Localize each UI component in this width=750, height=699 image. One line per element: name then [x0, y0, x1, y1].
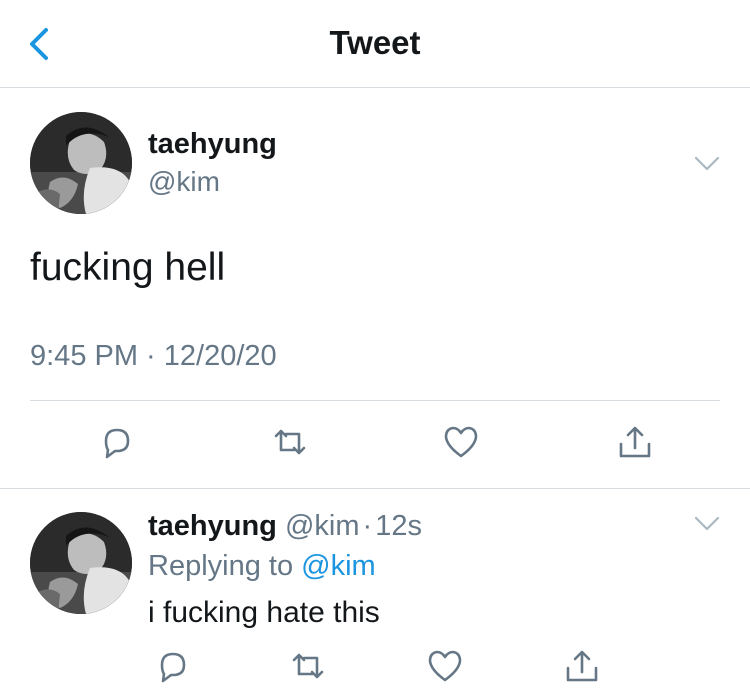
avatar[interactable]: [30, 112, 132, 214]
chevron-down-icon: [694, 516, 720, 531]
replying-to-handle[interactable]: @kim: [301, 550, 376, 582]
share-icon: [619, 426, 651, 458]
reply-action-bar: [0, 646, 750, 696]
tweet-timestamp: 9:45 PM · 12/20/20: [30, 340, 277, 372]
tweet-header: taehyung @kim: [30, 112, 730, 216]
reply-icon: [160, 652, 186, 683]
reply-like-button[interactable]: [425, 646, 465, 686]
display-name[interactable]: taehyung: [148, 128, 277, 161]
tweet-text: fucking hell: [30, 246, 226, 289]
navigation-bar: Tweet: [0, 0, 750, 88]
share-icon: [566, 650, 598, 682]
avatar-photo: [30, 112, 132, 214]
reply-more-options-button[interactable]: [694, 516, 720, 532]
more-options-button[interactable]: [694, 156, 720, 172]
reply-icon: [104, 428, 130, 459]
retweet-button[interactable]: [270, 422, 310, 462]
chevron-down-icon: [694, 156, 720, 171]
replying-to: Replying to @kim: [148, 550, 376, 583]
tweet-action-bar: [0, 422, 750, 472]
reply-share-button[interactable]: [562, 646, 602, 686]
retweet-icon: [292, 653, 324, 679]
page-title: Tweet: [329, 24, 421, 61]
section-divider: [0, 488, 750, 489]
reply-separator: ·: [362, 510, 373, 542]
reply-retweet-button[interactable]: [288, 646, 328, 686]
reply-reply-button[interactable]: [152, 646, 192, 686]
reply-avatar[interactable]: [30, 512, 132, 614]
avatar-photo: [30, 512, 132, 614]
reply-handle[interactable]: @kim: [285, 510, 360, 542]
retweet-icon: [274, 429, 306, 455]
share-button[interactable]: [615, 422, 655, 462]
reply-button[interactable]: [96, 422, 136, 462]
reply-time: 12s: [375, 510, 422, 542]
reply-header: taehyung @kim · 12s: [148, 510, 422, 543]
like-icon: [444, 426, 478, 458]
like-icon: [428, 650, 462, 682]
reply-display-name[interactable]: taehyung: [148, 510, 277, 542]
replying-to-label: Replying to: [148, 550, 294, 582]
divider: [30, 400, 720, 401]
handle[interactable]: @kim: [148, 166, 220, 198]
like-button[interactable]: [441, 422, 481, 462]
reply-text: i fucking hate this: [148, 596, 380, 629]
